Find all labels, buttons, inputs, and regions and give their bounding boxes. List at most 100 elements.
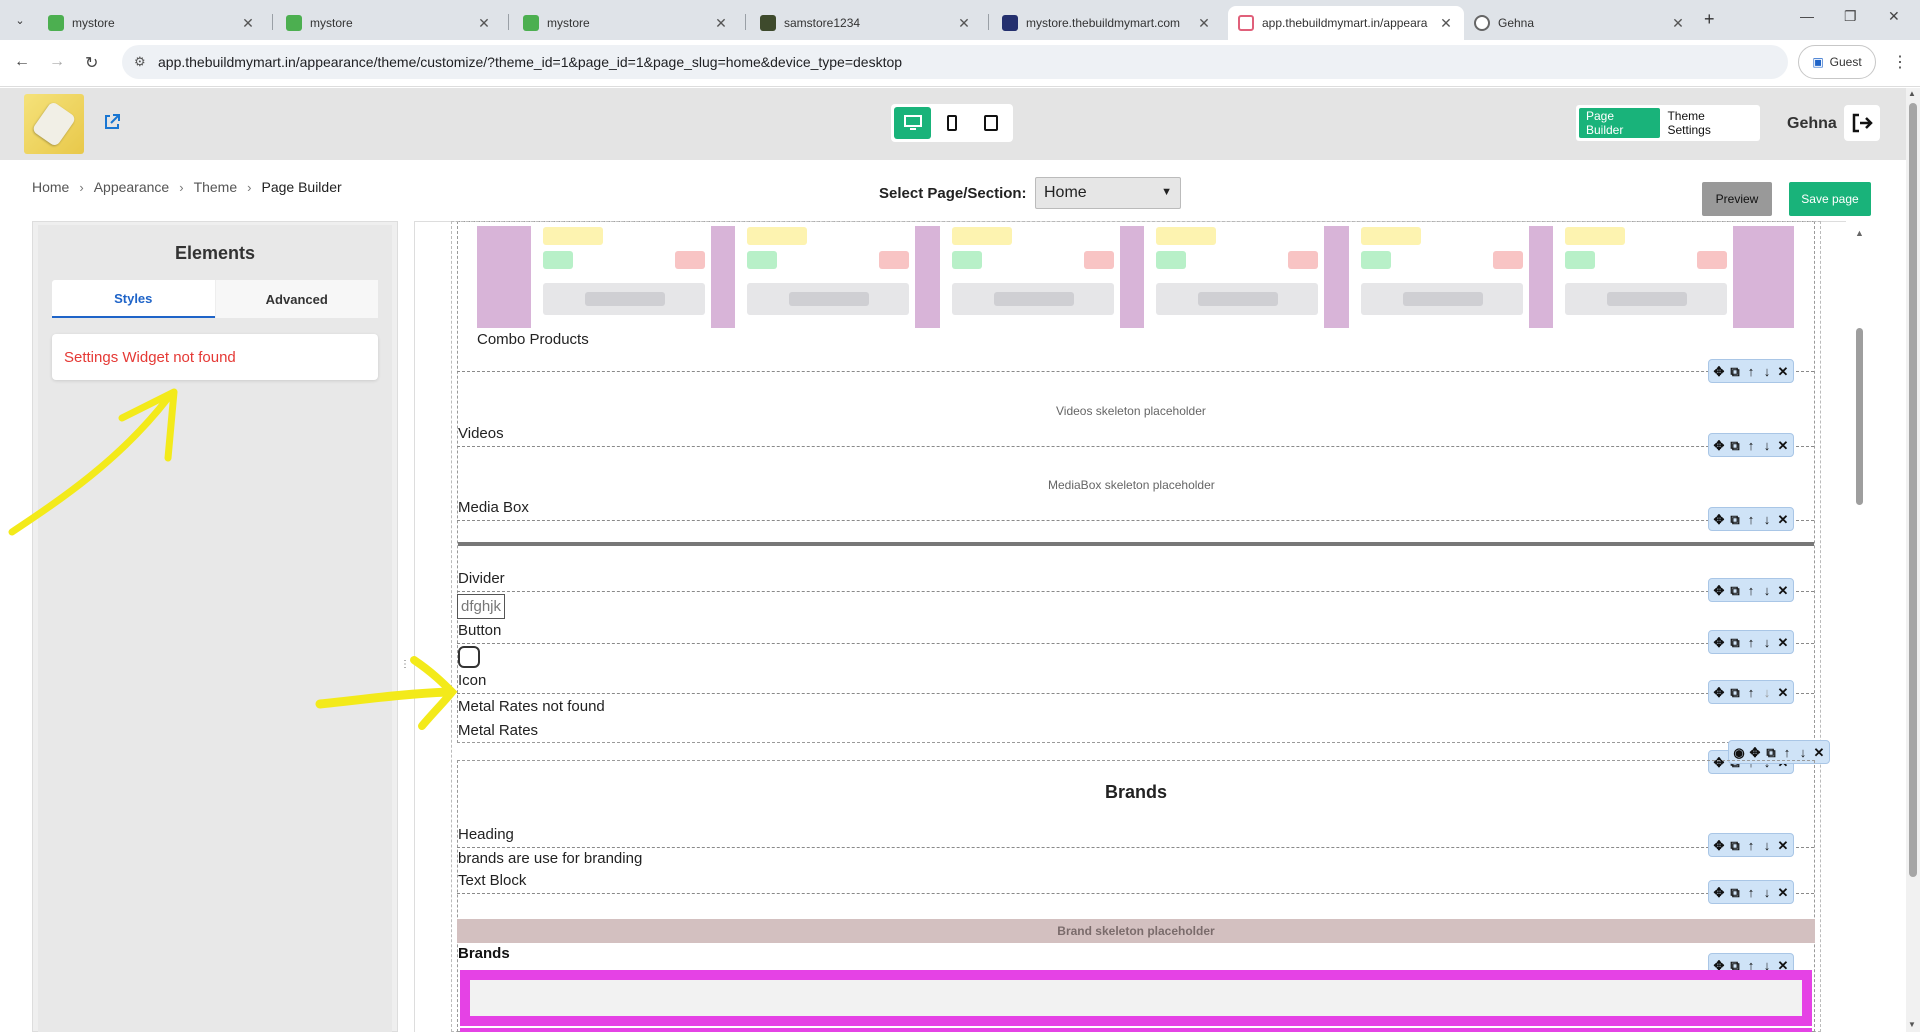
forward-icon[interactable]: → <box>49 53 65 71</box>
elements-title: Elements <box>174 243 256 263</box>
page-scrollbar[interactable] <box>1909 103 1917 877</box>
widget-actions[interactable]: ✥ ⧉ ↑ ↓ ✕ <box>1708 680 1794 704</box>
copy-icon: ⧉ <box>1730 511 1740 527</box>
browser-tab[interactable]: Gehna ✕ <box>1464 6 1696 40</box>
restore-icon[interactable]: ❐ <box>1844 8 1857 25</box>
widget-actions[interactable]: ✥ ⧉ ↑ ↓ ✕ <box>1708 833 1794 857</box>
move-icon: ✥ <box>1713 511 1725 527</box>
card-text-skeleton <box>585 292 665 306</box>
card-discount-skeleton <box>1084 251 1114 269</box>
tab-advanced[interactable]: Advanced <box>214 280 378 318</box>
card-text-skeleton <box>1607 292 1687 306</box>
arrow-down-icon: ↓ <box>1763 884 1771 900</box>
profile-label: Guest <box>1829 55 1862 69</box>
card-tag-skeleton <box>1361 227 1421 245</box>
site-favicon-icon <box>1238 15 1254 31</box>
divider-label: Divider <box>458 570 505 587</box>
globe-icon <box>1474 15 1490 31</box>
copy-icon: ⧉ <box>1766 744 1776 760</box>
close-tab-icon[interactable]: ✕ <box>238 15 258 32</box>
browser-tab[interactable]: mystore.thebuildmymart.com ✕ <box>992 6 1222 40</box>
browser-tab-active[interactable]: app.thebuildmymart.in/appeara ✕ <box>1228 6 1464 40</box>
browser-tab[interactable]: mystore ✕ <box>276 6 502 40</box>
widget-actions[interactable]: ✥ ⧉ ↑ ↓ ✕ <box>1708 433 1794 457</box>
save-page-button[interactable]: Save page <box>1789 182 1871 216</box>
close-icon: ✕ <box>1777 582 1789 598</box>
minimize-icon[interactable]: — <box>1800 8 1814 24</box>
brands-heading: Brands <box>1104 782 1167 802</box>
widget-actions[interactable]: ✥ ⧉ ↑ ↓ ✕ <box>1708 359 1794 383</box>
tab-title: mystore <box>72 16 115 30</box>
card-tag-skeleton <box>1565 227 1625 245</box>
browser-tab[interactable]: mystore ✕ <box>38 6 266 40</box>
theme-settings-button[interactable]: Theme Settings <box>1660 108 1757 138</box>
browser-menu-icon[interactable]: ⋮ <box>1892 52 1908 72</box>
logout-icon <box>1852 113 1873 133</box>
page-scroll-up-icon[interactable]: ▲ <box>1908 89 1916 98</box>
close-tab-icon[interactable]: ✕ <box>711 15 731 32</box>
tab-title: mystore.thebuildmymart.com <box>1026 16 1181 30</box>
move-icon: ✥ <box>1749 744 1761 760</box>
card-text-skeleton <box>994 292 1074 306</box>
tab-search-chevron-icon[interactable]: ⌄ <box>8 9 32 31</box>
store-favicon-icon <box>760 15 776 31</box>
browser-tab[interactable]: samstore1234 ✕ <box>750 6 982 40</box>
close-tab-icon[interactable]: ✕ <box>1194 15 1214 32</box>
tablet-icon <box>984 115 999 131</box>
arrow-down-icon: ↓ <box>1763 511 1771 527</box>
breadcrumb-appearance[interactable]: Appearance <box>94 179 170 195</box>
close-tab-icon[interactable]: ✕ <box>954 15 974 32</box>
canvas-scroll-up-icon[interactable]: ▲ <box>1855 228 1864 238</box>
store-logo[interactable] <box>24 94 84 154</box>
instagram-reel-icon <box>458 646 480 668</box>
breadcrumb-home[interactable]: Home <box>32 179 69 195</box>
tab-title: Gehna <box>1498 16 1535 30</box>
sample-button[interactable]: dfghjk <box>457 594 505 619</box>
selected-widget-outline[interactable] <box>460 970 1812 1026</box>
close-tab-icon[interactable]: ✕ <box>474 15 494 32</box>
arrow-up-icon: ↑ <box>1747 437 1755 453</box>
device-switcher <box>891 104 1013 142</box>
widget-actions[interactable]: ✥ ⧉ ↑ ↓ ✕ <box>1708 507 1794 531</box>
brands-label: Brands <box>458 945 510 962</box>
settings-not-found-message: Settings Widget not found <box>52 334 378 380</box>
profile-button[interactable]: ▣ Guest <box>1798 45 1876 79</box>
brand-placeholder: Brand skeleton placeholder <box>457 919 1815 943</box>
card-discount-skeleton <box>1697 251 1727 269</box>
chevron-down-icon: ▼ <box>1161 186 1172 198</box>
page-builder-button[interactable]: Page Builder <box>1579 108 1661 138</box>
url-text[interactable]: app.thebuildmymart.in/appearance/theme/c… <box>158 54 902 70</box>
tablet-view-button[interactable] <box>973 107 1010 139</box>
widget-actions[interactable]: ✥ ⧉ ↑ ↓ ✕ <box>1708 880 1794 904</box>
back-icon[interactable]: ← <box>14 53 30 71</box>
reload-icon[interactable]: ↻ <box>85 53 98 73</box>
site-info-icon[interactable]: ⚙ <box>134 54 146 70</box>
widget-actions[interactable]: ✥ ⧉ ↑ ↓ ✕ <box>1708 630 1794 654</box>
widget-actions[interactable]: ✥ ⧉ ↑ ↓ ✕ <box>1708 578 1794 602</box>
close-tab-icon[interactable]: ✕ <box>1436 15 1456 32</box>
new-tab-icon[interactable]: + <box>1704 9 1715 30</box>
select-page-label: Select Page/Section: <box>879 185 1027 202</box>
logout-button[interactable] <box>1844 105 1880 141</box>
metal-rates-message: Metal Rates not found <box>458 698 605 715</box>
page-scroll-down-icon[interactable]: ▼ <box>1908 1020 1916 1029</box>
preview-button[interactable]: Preview <box>1702 182 1772 216</box>
copy-icon: ⧉ <box>1730 582 1740 598</box>
canvas-scrollbar[interactable] <box>1856 328 1863 505</box>
page-select[interactable]: Home ▼ <box>1035 177 1181 209</box>
close-window-icon[interactable]: ✕ <box>1888 8 1900 25</box>
breadcrumb-theme[interactable]: Theme <box>194 179 238 195</box>
desktop-view-button[interactable] <box>894 107 932 139</box>
browser-tab[interactable]: mystore ✕ <box>513 6 739 40</box>
card-badge-skeleton <box>747 251 777 269</box>
tab-styles[interactable]: Styles <box>52 280 215 318</box>
mobile-view-button[interactable] <box>933 107 970 139</box>
close-icon: ✕ <box>1777 884 1789 900</box>
panel-resize-handle[interactable]: ⋮ <box>400 659 410 670</box>
url-bar[interactable]: ⚙ app.thebuildmymart.in/appearance/theme… <box>122 45 1788 79</box>
card-badge-skeleton <box>952 251 982 269</box>
external-link-icon[interactable] <box>103 113 121 136</box>
page-select-value: Home <box>1044 184 1087 201</box>
close-tab-icon[interactable]: ✕ <box>1668 15 1688 32</box>
tab-title: mystore <box>310 16 353 30</box>
